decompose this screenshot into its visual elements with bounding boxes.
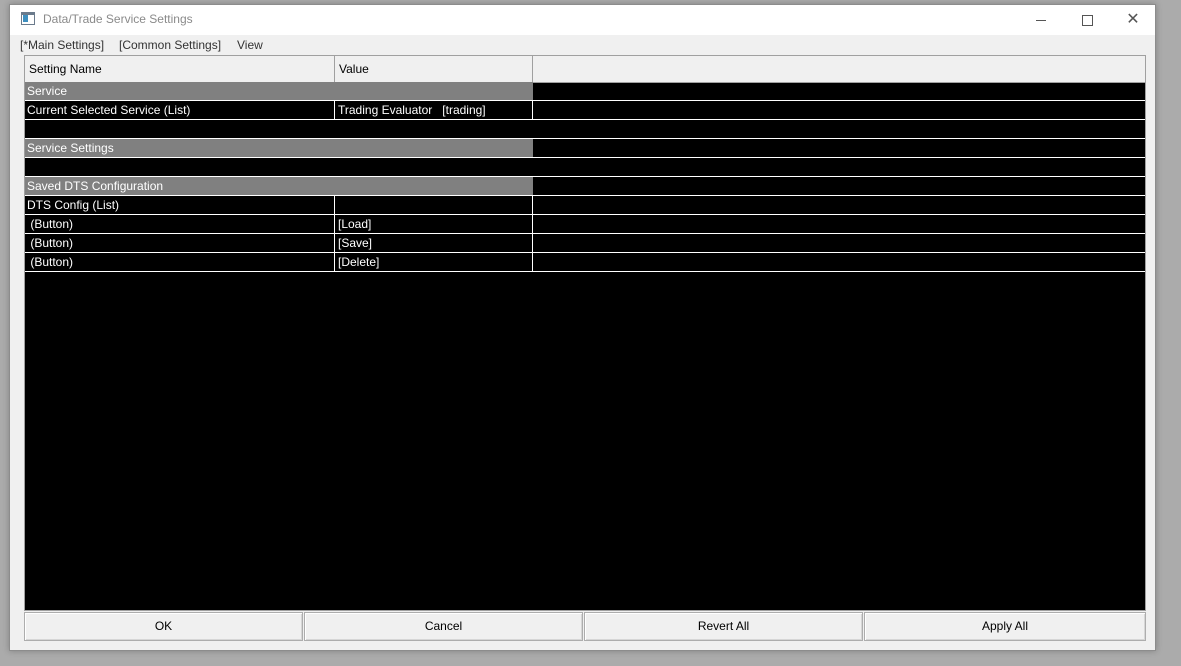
section-header-label: Service Settings (25, 139, 533, 157)
blank-row (25, 158, 1145, 177)
setting-name-cell: (Button) (25, 215, 335, 233)
setting-row[interactable]: DTS Config (List) (25, 196, 1145, 215)
setting-value-cell (335, 120, 533, 138)
setting-name-cell: Current Selected Service (List) (25, 101, 335, 119)
setting-name-cell: DTS Config (List) (25, 196, 335, 214)
apply-all-button[interactable]: Apply All (864, 612, 1146, 641)
app-window-icon (21, 12, 35, 25)
ok-button[interactable]: OK (24, 612, 303, 641)
setting-name-cell (25, 120, 335, 138)
column-header-value[interactable]: Value (335, 56, 533, 82)
column-header-setting-name[interactable]: Setting Name (25, 56, 335, 82)
setting-name-cell: (Button) (25, 253, 335, 271)
section-header-label: Saved DTS Configuration (25, 177, 533, 195)
settings-window: Data/Trade Service Settings ✕ [*Main Set… (9, 4, 1156, 651)
blank-row (25, 120, 1145, 139)
revert-all-button[interactable]: Revert All (584, 612, 863, 641)
cancel-button[interactable]: Cancel (304, 612, 583, 641)
menu-view[interactable]: View (237, 38, 263, 52)
column-header-extra (533, 56, 1145, 82)
setting-value-cell[interactable]: Trading Evaluator [trading] (335, 101, 533, 119)
maximize-button[interactable] (1064, 5, 1110, 35)
button-bar: OK Cancel Revert All Apply All (24, 612, 1146, 641)
setting-value-cell (335, 158, 533, 176)
close-button[interactable]: ✕ (1110, 5, 1156, 35)
title-bar[interactable]: Data/Trade Service Settings ✕ (10, 5, 1155, 35)
maximize-icon (1081, 14, 1093, 26)
setting-value-cell[interactable]: [Load] (335, 215, 533, 233)
menu-bar: [*Main Settings] [Common Settings] View (10, 35, 1155, 55)
setting-row[interactable]: (Button) [Load] (25, 215, 1145, 234)
setting-value-cell[interactable]: [Delete] (335, 253, 533, 271)
minimize-icon (1036, 19, 1046, 21)
section-header-label: Service (25, 82, 533, 100)
menu-main-settings[interactable]: [*Main Settings] (20, 38, 104, 52)
setting-name-cell (25, 158, 335, 176)
close-icon: ✕ (1126, 11, 1140, 28)
setting-name-cell: (Button) (25, 234, 335, 252)
minimize-button[interactable] (1018, 5, 1064, 35)
setting-value-cell[interactable]: [Save] (335, 234, 533, 252)
menu-common-settings[interactable]: [Common Settings] (119, 38, 221, 52)
setting-row[interactable]: Current Selected Service (List) Trading E… (25, 101, 1145, 120)
setting-row[interactable]: (Button) [Delete] (25, 253, 1145, 272)
window-title: Data/Trade Service Settings (43, 12, 193, 26)
setting-value-cell[interactable] (335, 196, 533, 214)
section-header-row: Service Settings (25, 139, 1145, 158)
section-header-row: Saved DTS Configuration (25, 177, 1145, 196)
setting-row[interactable]: (Button) [Save] (25, 234, 1145, 253)
section-header-row: Service (25, 82, 1145, 101)
settings-grid[interactable]: Setting Name Value Service Current Select… (24, 55, 1146, 611)
grid-header: Setting Name Value (25, 56, 1145, 83)
